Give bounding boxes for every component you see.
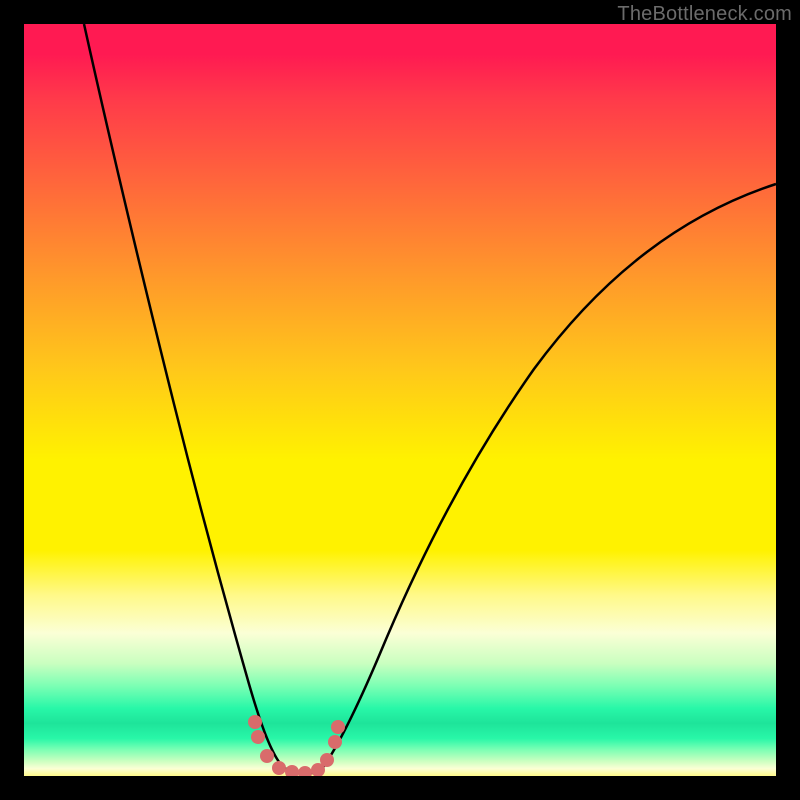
chart-svg	[24, 24, 776, 776]
curve-right-branch	[324, 184, 776, 766]
marker-dot	[272, 761, 286, 775]
marker-dot	[248, 715, 262, 729]
marker-dot	[331, 720, 345, 734]
marker-dot	[251, 730, 265, 744]
marker-dot	[285, 765, 299, 776]
marker-dot	[320, 753, 334, 767]
marker-dot	[260, 749, 274, 763]
curve-left-branch	[84, 24, 282, 766]
chart-plot-area	[24, 24, 776, 776]
marker-dot	[328, 735, 342, 749]
marker-dot	[298, 766, 312, 776]
watermark-text: TheBottleneck.com	[617, 3, 792, 26]
